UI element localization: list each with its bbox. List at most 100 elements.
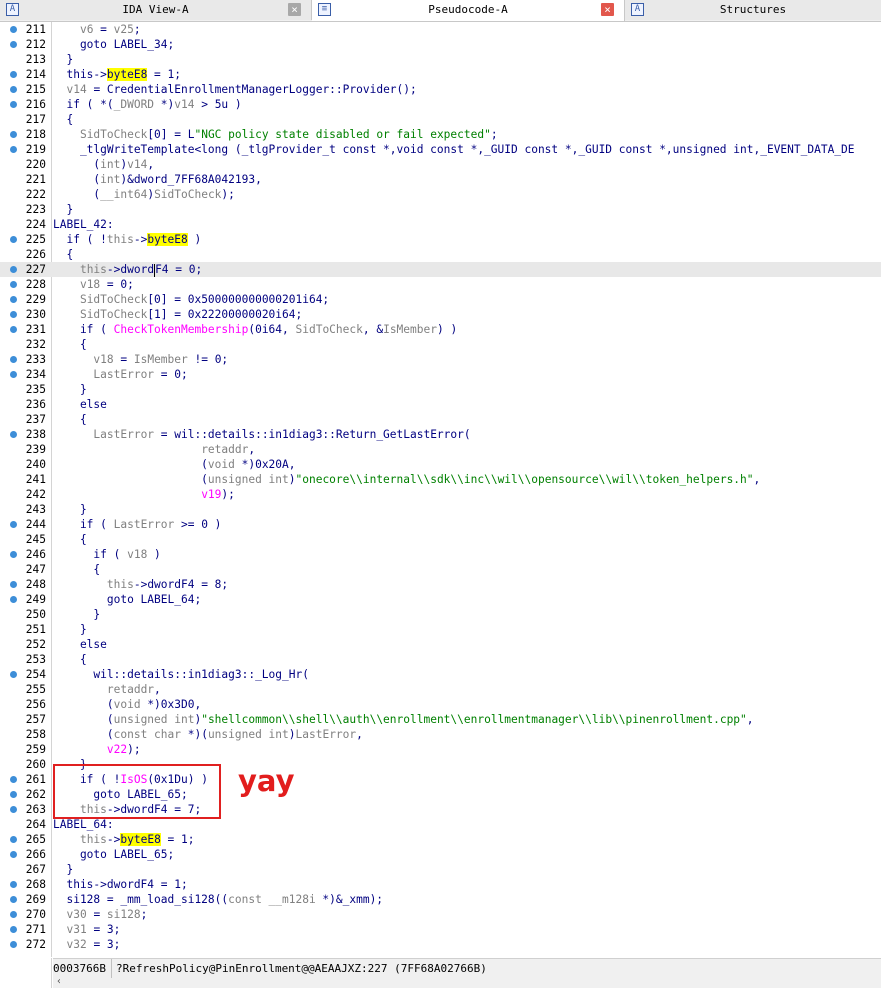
code-line[interactable]: 266 goto LABEL_65; xyxy=(0,847,881,862)
code-line[interactable]: 249 goto LABEL_64; xyxy=(0,592,881,607)
line-number: 236 xyxy=(25,398,46,411)
line-number: 245 xyxy=(25,533,46,546)
code-token: { xyxy=(53,653,87,666)
code-line[interactable]: 265 this->byteE8 = 1; xyxy=(0,832,881,847)
annotation-box xyxy=(53,764,221,819)
code-token: ) xyxy=(187,233,202,246)
line-number: 223 xyxy=(25,203,46,216)
code-line[interactable]: 231 if ( CheckTokenMembership(0i64, SidT… xyxy=(0,322,881,337)
code-line[interactable]: 213 } xyxy=(0,52,881,67)
code-token: *) xyxy=(154,98,175,111)
code-line[interactable]: 270 v30 = si128; xyxy=(0,907,881,922)
code-line[interactable]: 268 this->dwordF4 = 1; xyxy=(0,877,881,892)
code-text: retaddr, xyxy=(53,682,161,697)
tab-pseudocode[interactable]: ≡ Pseudocode-A × xyxy=(312,0,625,21)
code-token: ( xyxy=(53,728,114,741)
code-line[interactable]: 254 wil::details::in1diag3::_Log_Hr( xyxy=(0,667,881,682)
code-line[interactable]: 269 si128 = _mm_load_si128((const __m128… xyxy=(0,892,881,907)
code-line[interactable]: 243 } xyxy=(0,502,881,517)
code-token: = xyxy=(93,23,114,36)
line-number: 244 xyxy=(25,518,46,531)
code-line[interactable]: 221 (int)&dword_7FF68A042193, xyxy=(0,172,881,187)
line-number: 241 xyxy=(25,473,46,486)
code-token: , xyxy=(154,683,161,696)
code-line[interactable]: 241 (unsigned int)"onecore\\internal\\sd… xyxy=(0,472,881,487)
code-line[interactable]: 255 retaddr, xyxy=(0,682,881,697)
code-token: int xyxy=(100,173,121,186)
code-line[interactable]: 232 { xyxy=(0,337,881,352)
line-number: 225 xyxy=(25,233,46,246)
code-line[interactable]: 235 } xyxy=(0,382,881,397)
code-line[interactable]: 226 { xyxy=(0,247,881,262)
code-line[interactable]: 238 LastError = wil::details::in1diag3::… xyxy=(0,427,881,442)
code-line[interactable]: 245 { xyxy=(0,532,881,547)
code-text: this->dwordF4 = 1; xyxy=(53,877,187,892)
code-token: byteE8 xyxy=(120,833,161,846)
tab-structures[interactable]: A Structures xyxy=(625,0,881,20)
code-line[interactable]: 219 _tlgWriteTemplate<long (_tlgProvider… xyxy=(0,142,881,157)
code-line[interactable]: 240 (void *)0x20A, xyxy=(0,457,881,472)
code-token: SidToCheck xyxy=(79,308,148,321)
code-line[interactable]: 244 if ( LastError >= 0 ) xyxy=(0,517,881,532)
code-text: LastError = wil::details::in1diag3::Retu… xyxy=(53,427,470,442)
code-line[interactable]: 223 } xyxy=(0,202,881,217)
code-token: ( xyxy=(53,458,208,471)
code-line[interactable]: 267 } xyxy=(0,862,881,877)
code-line[interactable]: 224 LABEL_42: xyxy=(0,217,881,232)
code-line[interactable]: 225 if ( !this->byteE8 ) xyxy=(0,232,881,247)
code-line[interactable]: 212 goto LABEL_34; xyxy=(0,37,881,52)
code-text: { xyxy=(53,532,87,547)
code-line[interactable]: 250 } xyxy=(0,607,881,622)
code-line[interactable]: 257 (unsigned int)"shellcommon\\shell\\a… xyxy=(0,712,881,727)
code-line[interactable]: 233 v18 = IsMember != 0; xyxy=(0,352,881,367)
code-line[interactable]: 248 this->dwordF4 = 8; xyxy=(0,577,881,592)
code-line[interactable]: 227 this->dwordF4 = 0; xyxy=(0,262,881,277)
code-line[interactable]: 230 SidToCheck[1] = 0x22200000020i64; xyxy=(0,307,881,322)
close-icon[interactable]: × xyxy=(288,3,301,16)
code-line[interactable]: 236 else xyxy=(0,397,881,412)
line-number: 261 xyxy=(25,773,46,786)
code-line[interactable]: 258 (const char *)(unsigned int)LastErro… xyxy=(0,727,881,742)
code-line[interactable]: 228 v18 = 0; xyxy=(0,277,881,292)
code-line[interactable]: 256 (void *)0x3D0, xyxy=(0,697,881,712)
code-token: unsigned int xyxy=(113,713,195,726)
code-line[interactable]: 264 LABEL_64: xyxy=(0,817,881,832)
code-line[interactable]: 259 v22); xyxy=(0,742,881,757)
line-number: 230 xyxy=(25,308,46,321)
code-token: SidToCheck xyxy=(79,293,148,306)
code-token: goto LABEL_64; xyxy=(53,593,202,606)
scroll-left-icon[interactable]: ‹ xyxy=(56,976,62,987)
code-line[interactable]: 242 v19); xyxy=(0,487,881,502)
code-line[interactable]: 211 v6 = v25; xyxy=(0,22,881,37)
horizontal-scrollbar[interactable]: ‹ xyxy=(53,976,881,988)
close-icon[interactable]: × xyxy=(601,3,614,16)
code-line[interactable]: 217 { xyxy=(0,112,881,127)
code-line[interactable]: 253 { xyxy=(0,652,881,667)
code-text: { xyxy=(53,562,100,577)
code-line[interactable]: 222 (__int64)SidToCheck); xyxy=(0,187,881,202)
code-line[interactable]: 247 { xyxy=(0,562,881,577)
code-token: , xyxy=(356,728,363,741)
line-number: 247 xyxy=(25,563,46,576)
code-line[interactable]: 246 if ( v18 ) xyxy=(0,547,881,562)
code-line[interactable]: 229 SidToCheck[0] = 0x500000000000201i64… xyxy=(0,292,881,307)
code-token: v18 xyxy=(93,353,114,366)
code-line[interactable]: 252 else xyxy=(0,637,881,652)
code-token: = 3; xyxy=(86,938,121,951)
code-line[interactable]: 220 (int)v14, xyxy=(0,157,881,172)
code-line[interactable]: 271 v31 = 3; xyxy=(0,922,881,937)
code-line[interactable]: 234 LastError = 0; xyxy=(0,367,881,382)
code-line[interactable]: 218 SidToCheck[0] = L"NGC policy state d… xyxy=(0,127,881,142)
code-line[interactable]: 237 { xyxy=(0,412,881,427)
code-line[interactable]: 214 this->byteE8 = 1; xyxy=(0,67,881,82)
code-line[interactable]: 272 v32 = 3; xyxy=(0,937,881,952)
line-number: 226 xyxy=(25,248,46,261)
tab-ida-view[interactable]: A IDA View-A × xyxy=(0,0,312,20)
code-text: this->dwordF4 = 8; xyxy=(53,577,228,592)
code-line[interactable]: 215 v14 = CredentialEnrollmentManagerLog… xyxy=(0,82,881,97)
code-line[interactable]: 251 } xyxy=(0,622,881,637)
code-line[interactable]: 216 if ( *(_DWORD *)v14 > 5u ) xyxy=(0,97,881,112)
code-token: ->dword xyxy=(106,263,155,276)
code-line[interactable]: 239 retaddr, xyxy=(0,442,881,457)
